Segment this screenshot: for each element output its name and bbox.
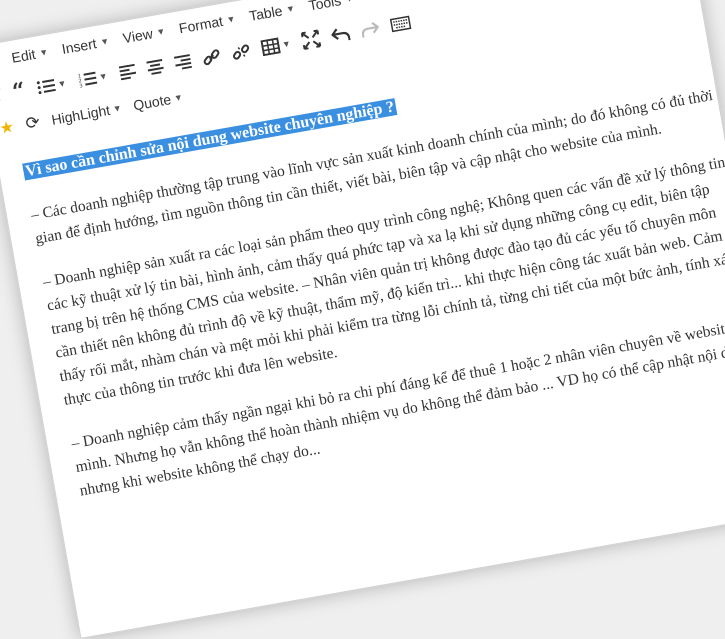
undo-button[interactable] [331,25,352,44]
quote-label: Quote [132,91,173,114]
menu-view[interactable]: View ▼ [122,23,167,46]
menu-insert-label: Insert [60,35,98,58]
menu-table[interactable]: Table ▼ [248,0,296,24]
keyboard-icon [390,15,412,33]
chevron-down-icon: ▼ [173,91,184,104]
menu-format[interactable]: Format ▼ [177,11,237,37]
redo-icon [362,21,380,38]
align-left-icon [118,63,136,81]
star-icon[interactable]: ★ [0,117,16,139]
align-right-button[interactable] [173,54,192,71]
redo-button[interactable] [360,20,381,39]
chevron-down-icon: ▼ [281,38,292,50]
chevron-down-icon: ▼ [97,70,109,83]
fullscreen-icon [301,29,322,50]
menu-table-label: Table [247,2,284,24]
link-icon [203,49,219,66]
keyboard-button[interactable] [390,15,412,33]
menu-view-label: View [121,25,154,47]
menu-format-label: Format [177,12,225,37]
menu-edit[interactable]: Edit ▼ [10,44,49,66]
rich-text-editor: Edit ▼ Insert ▼ View ▼ Format ▼ Table ▼ Tools… [0,0,725,639]
chevron-down-icon: ▼ [344,0,355,4]
refresh-icon[interactable]: ⟳ [24,112,42,134]
insert-link-button[interactable] [201,47,222,68]
highlight-dropdown[interactable]: HighLight ▼ [50,100,123,128]
chevron-down-icon: ▼ [225,13,237,26]
quote-dropdown[interactable]: Quote ▼ [132,89,184,113]
highlight-label: HighLight [50,101,112,128]
chevron-down-icon: ▼ [99,35,110,48]
menu-edit-label: Edit [10,45,37,66]
chevron-down-icon: ▼ [111,102,123,115]
chevron-down-icon: ▼ [285,3,296,15]
table-button[interactable]: ▼ [259,35,292,57]
menu-insert[interactable]: Insert ▼ [61,33,111,57]
unlink-button[interactable] [230,42,251,63]
italic-icon[interactable]: I [0,84,3,106]
svg-text:3: 3 [79,83,83,88]
chevron-down-icon: ▼ [56,77,68,90]
bullet-list-button[interactable]: ▼ [36,75,68,96]
table-icon [259,37,281,57]
chevron-down-icon: ▼ [38,46,49,59]
bullet-list-icon [36,79,56,95]
align-center-button[interactable] [145,58,164,76]
numbered-list-button[interactable]: 123 ▼ [77,68,109,89]
menu-tools[interactable]: Tools▼ [307,0,355,13]
align-center-icon [145,58,164,76]
menu-tools-label: Tools [307,0,343,14]
align-left-button[interactable] [118,63,136,81]
blockquote-icon[interactable]: “ [10,77,27,105]
chevron-down-icon: ▼ [155,25,167,38]
undo-icon [331,28,352,41]
align-right-icon [173,54,192,70]
unlink-icon [232,44,249,60]
fullscreen-button[interactable] [301,29,322,50]
numbered-list-icon: 123 [77,71,97,89]
